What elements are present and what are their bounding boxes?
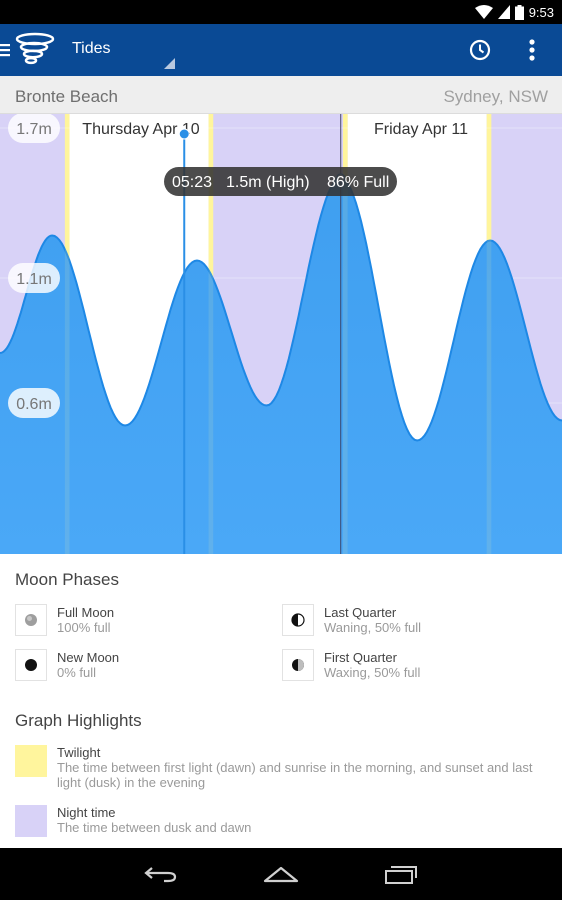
app-menu-button[interactable] [0,24,60,76]
menu-icon [0,44,10,57]
moon-phase-detail: 0% full [57,665,97,680]
now-marker-dot [178,128,190,140]
tooltip-moon: 86% Full [327,174,389,191]
moon-phase-first-quarter: First Quarter Waxing, 50% full [282,649,542,689]
graph-highlights-title: Graph Highlights [15,711,142,730]
moon-phase-name: Full Moon [57,605,115,620]
moon-phase-detail: Waxing, 50% full [324,665,421,680]
highlight-detail: The time between dusk and dawn [57,820,252,835]
back-icon [144,867,177,883]
app-bar: Tides [0,24,562,76]
twilight-overlay [64,114,70,554]
moon-phase-detail: 100% full [57,620,111,635]
signal-icon [497,5,510,19]
status-icons: 9:53 [474,3,554,21]
location-name: Bronte Beach [15,87,119,106]
last-quarter-moon-icon [282,604,314,636]
wifi-icon [474,5,493,19]
night-swatch [15,805,47,837]
moon-phase-full: Full Moon 100% full [15,604,275,644]
tooltip-height: 1.5m (High) [226,174,310,191]
moon-phase-name: First Quarter [324,650,397,665]
moon-phase-detail: Waning, 50% full [324,620,422,635]
moon-phase-last-quarter: Last Quarter Waning, 50% full [282,604,542,644]
back-button[interactable] [121,848,201,900]
moon-phases-title: Moon Phases [15,570,119,589]
overflow-menu-button[interactable] [508,24,556,76]
highlight-night: Night time The time between dusk and daw… [15,805,550,839]
moon-phase-new: New Moon 0% full [15,649,275,689]
highlight-twilight: Twilight The time between first light (d… [15,745,550,791]
location-region: Sydney, NSW [443,87,548,106]
y-axis-label: 1.1m [16,271,52,288]
recent-apps-icon [385,866,417,884]
clock-icon [469,39,491,61]
twilight-swatch [15,745,47,777]
tide-chart-svg[interactable]: Thursday Apr 10 Friday Apr 110.6m1.1m1.7m… [0,114,562,554]
highlight-name: Twilight [57,745,101,760]
home-button[interactable] [241,848,321,900]
location-bar: Bronte Beach Sydney, NSW [0,76,562,114]
y-axis-label: 1.7m [16,121,52,138]
highlight-name: Night time [57,805,116,820]
home-icon [263,866,299,883]
moon-phase-name: New Moon [57,650,120,665]
navigation-bar [0,848,562,900]
overflow-menu-icon [529,39,535,61]
twilight-overlay [486,114,492,554]
app-logo-icon [15,32,55,65]
full-moon-icon [15,604,47,636]
app-title[interactable]: Tides [72,40,111,58]
moon-phase-name: Last Quarter [324,605,397,620]
clock-button[interactable] [456,24,504,76]
day-label: Friday Apr 11 [374,121,468,138]
y-axis-label: 0.6m [16,396,52,413]
spinner-dropdown-indicator[interactable] [164,58,175,69]
status-bar: 9:53 [0,0,562,24]
tooltip-time: 05:23 [172,174,212,191]
battery-icon [514,4,524,20]
recent-apps-button[interactable] [361,848,441,900]
first-quarter-moon-icon [282,649,314,681]
new-moon-icon [15,649,47,681]
status-time: 9:53 [528,4,554,20]
highlight-detail: The time between first light (dawn) and … [57,760,533,790]
tide-chart[interactable]: Thursday Apr 10 Friday Apr 11 0.6m 1.1m 1.7m… [0,114,562,554]
